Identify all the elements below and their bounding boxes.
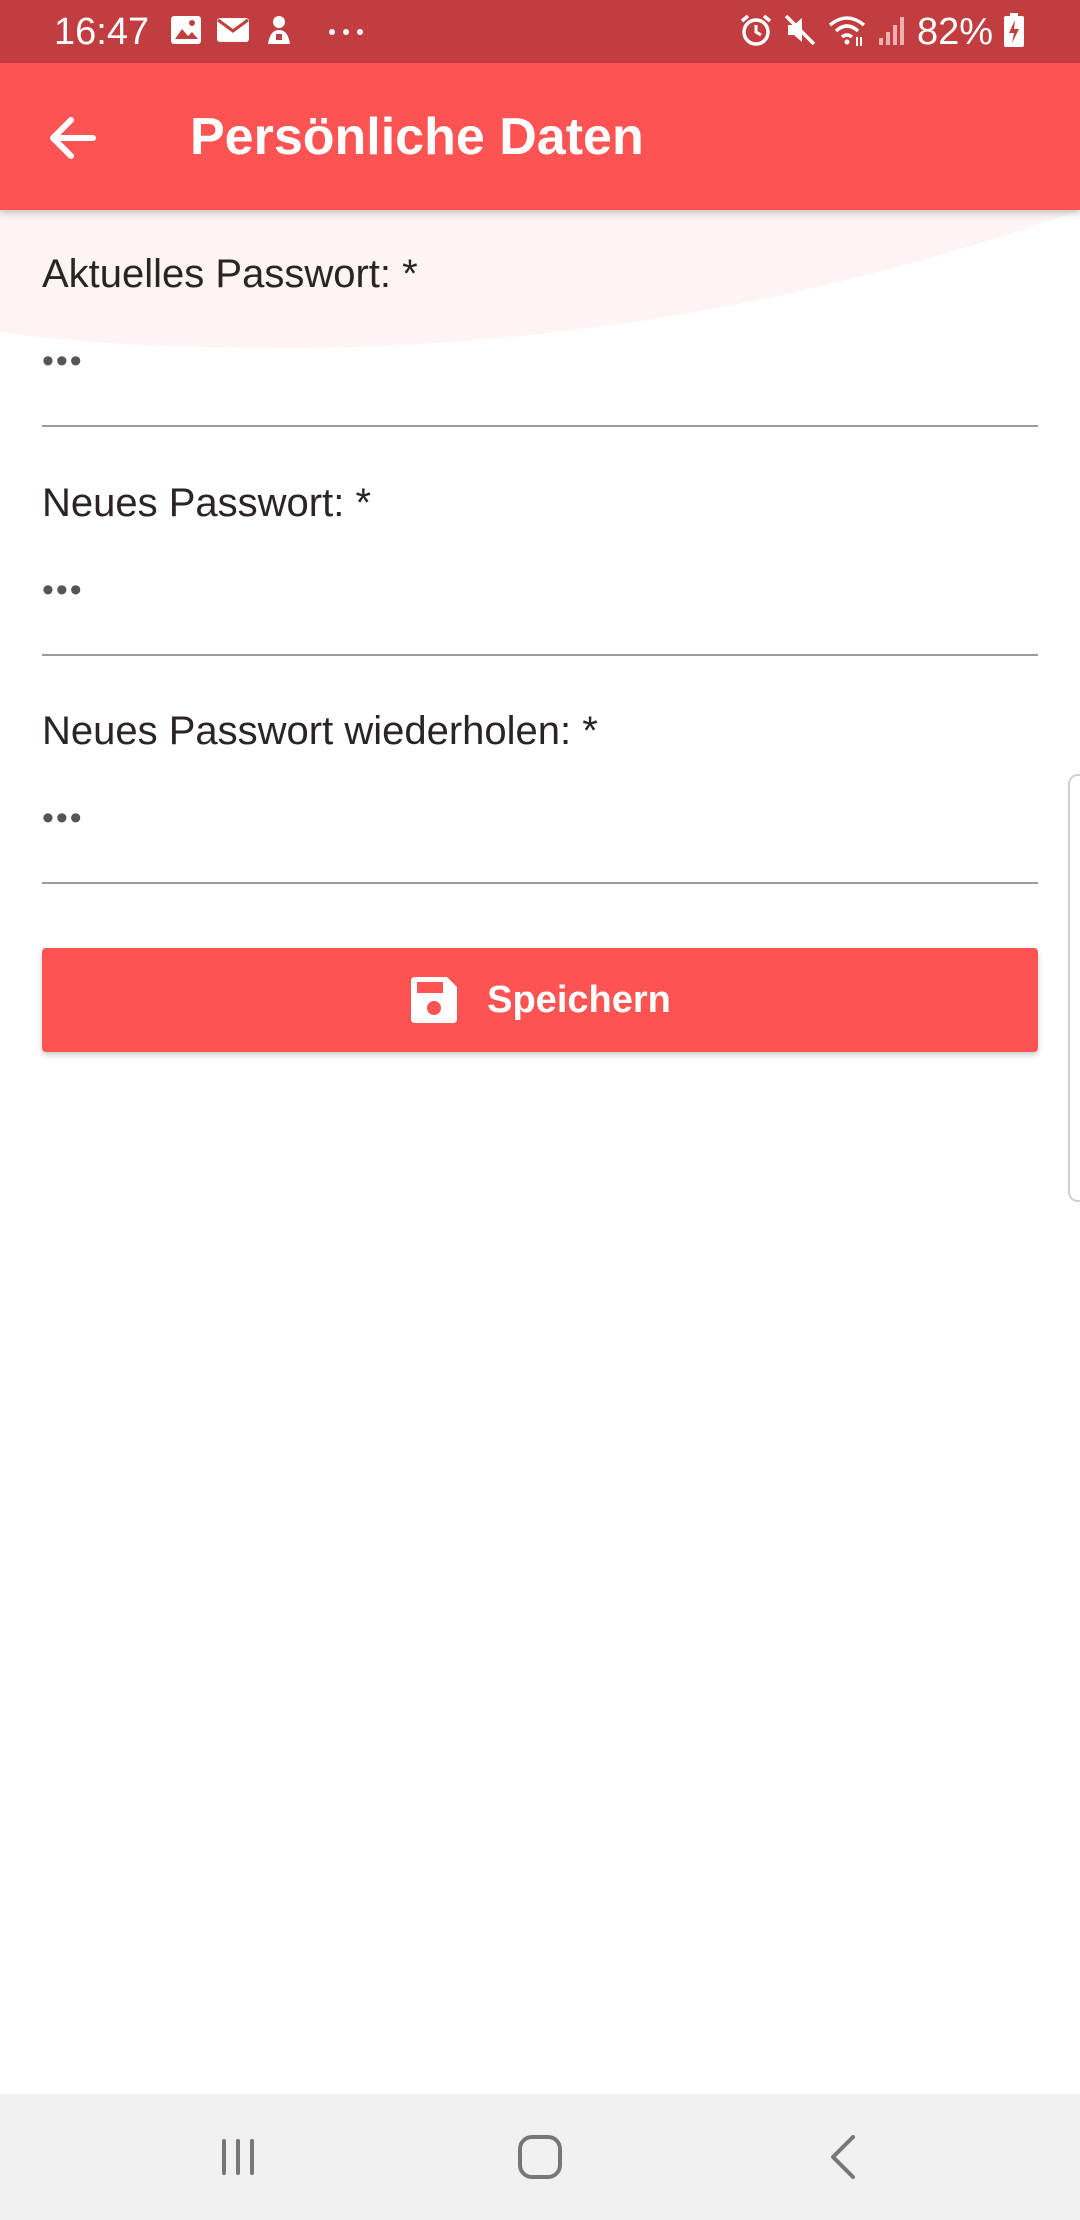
back-nav-button[interactable]: [808, 2124, 878, 2190]
app-bar: Persönliche Daten: [0, 63, 1080, 210]
repeat-password-field[interactable]: Neues Passwort wiederholen: * •••: [42, 707, 1038, 885]
alarm-icon: [739, 13, 773, 52]
field-underline: [42, 882, 1038, 884]
recent-apps-icon: [222, 2139, 254, 2175]
edge-panel-handle[interactable]: [1068, 774, 1080, 1202]
battery-charging-icon: [1003, 12, 1025, 53]
field-underline: [42, 654, 1038, 656]
save-icon: [411, 977, 458, 1023]
current-password-label: Aktuelles Passwort: *: [42, 252, 418, 296]
wifi-icon: [827, 13, 867, 52]
status-system-icons: 82%: [739, 11, 1025, 53]
new-password-label: Neues Passwort: *: [42, 481, 372, 525]
repeat-password-label: Neues Passwort wiederholen: *: [42, 709, 598, 753]
home-button[interactable]: [505, 2124, 575, 2190]
page-title: Persönliche Daten: [190, 108, 644, 166]
app-notification-icon: [264, 14, 294, 51]
battery-percent: 82%: [916, 11, 993, 53]
new-password-field[interactable]: Neues Passwort: * •••: [42, 479, 1038, 657]
current-password-input[interactable]: •••: [42, 342, 84, 381]
mute-icon: [783, 13, 817, 52]
status-notification-icons: [170, 14, 364, 50]
field-underline: [42, 425, 1038, 427]
status-bar: 16:47 82%: [0, 0, 1080, 63]
back-button[interactable]: [38, 103, 108, 173]
image-icon: [170, 15, 202, 50]
new-password-input[interactable]: •••: [42, 571, 84, 610]
mail-icon: [216, 17, 250, 48]
save-label: Speichern: [487, 978, 671, 1021]
signal-icon: [877, 14, 905, 51]
arrow-back-icon: [50, 117, 96, 159]
more-dots-icon: [328, 23, 364, 41]
current-password-field[interactable]: Aktuelles Passwort: * •••: [42, 250, 1038, 428]
status-time: 16:47: [54, 11, 150, 53]
system-nav-bar: [0, 2094, 1080, 2220]
back-icon: [831, 2135, 855, 2179]
save-button[interactable]: Speichern: [42, 948, 1038, 1052]
recent-apps-button[interactable]: [203, 2124, 273, 2190]
repeat-password-input[interactable]: •••: [42, 799, 84, 838]
home-icon: [518, 2135, 562, 2179]
